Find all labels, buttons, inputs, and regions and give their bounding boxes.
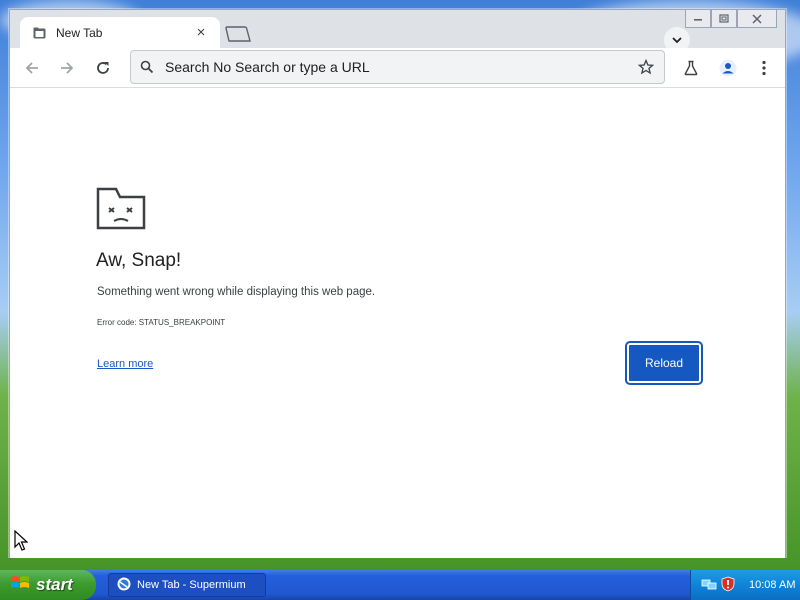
close-window-icon[interactable] — [737, 10, 777, 28]
new-tab-icon[interactable] — [224, 24, 252, 44]
tab-favicon-icon — [32, 26, 46, 40]
search-icon — [139, 59, 155, 75]
error-heading: Aw, Snap! — [96, 250, 182, 271]
maximize-icon[interactable] — [711, 10, 737, 28]
error-message: Something went wrong while displaying th… — [97, 286, 376, 298]
clock: 10:08 AM — [749, 579, 796, 591]
profile-icon[interactable] — [714, 54, 742, 82]
browser-window: New Tab × Search No Search or type a URL… — [9, 9, 786, 558]
omnibox-placeholder: Search No Search or type a URL — [165, 59, 370, 75]
error-page: Aw, Snap! Something went wrong while dis… — [10, 88, 785, 558]
back-arrow-icon[interactable] — [18, 54, 46, 82]
start-label: start — [36, 575, 73, 594]
close-icon[interactable]: × — [192, 24, 210, 42]
learn-more-link[interactable]: Learn more — [97, 358, 153, 370]
tab-title: New Tab — [56, 25, 103, 40]
system-tray: 10:08 AM — [690, 570, 800, 600]
taskbar-item-label: New Tab - Supermium — [137, 579, 246, 591]
error-code: Error code: STATUS_BREAKPOINT — [97, 318, 226, 327]
supermium-icon — [117, 577, 131, 594]
flask-icon[interactable] — [677, 54, 705, 82]
minimize-icon[interactable] — [685, 10, 711, 28]
omnibox[interactable]: Search No Search or type a URL — [130, 50, 665, 84]
windows-logo-icon — [10, 574, 30, 597]
start-button[interactable]: start — [0, 570, 96, 600]
kebab-menu-icon[interactable] — [750, 54, 778, 82]
reload-icon[interactable] — [89, 54, 117, 82]
tab-new-tab[interactable]: New Tab × — [20, 17, 220, 48]
network-icon[interactable] — [701, 577, 717, 594]
star-icon[interactable] — [638, 59, 654, 75]
window-controls — [685, 10, 777, 30]
reload-button[interactable]: Reload — [625, 341, 703, 385]
tab-strip: New Tab × — [10, 10, 785, 53]
shield-alert-icon[interactable] — [721, 576, 735, 595]
toolbar: Search No Search or type a URL — [10, 48, 785, 88]
forward-arrow-icon[interactable] — [53, 54, 81, 82]
mouse-cursor-icon — [14, 529, 29, 557]
taskbar-item-browser[interactable]: New Tab - Supermium — [108, 573, 266, 597]
sad-folder-icon — [96, 186, 146, 235]
taskbar: start New Tab - Supermium 10:08 AM — [0, 570, 800, 600]
